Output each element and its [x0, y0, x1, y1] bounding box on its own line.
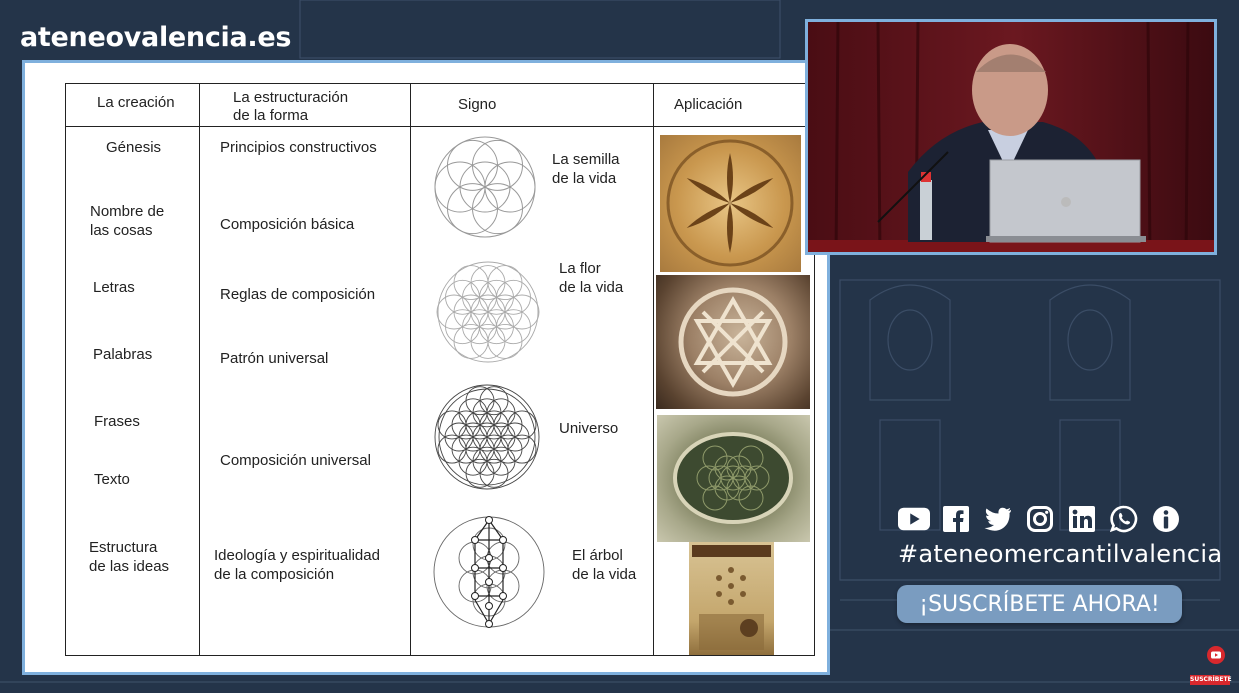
youtube-subscribe-badge-label: SUSCRÍBETE [1190, 676, 1232, 683]
aplicacion-image-hexafoil [660, 135, 801, 272]
estructuracion-item: Ideología y espiritualidad de la composi… [214, 547, 380, 583]
info-icon[interactable] [1150, 505, 1182, 533]
column-creacion: Génesis Nombre de las cosas Letras Palab… [65, 126, 200, 656]
signo-label: La semilla de la vida [552, 151, 620, 187]
header-creacion: La creación [65, 83, 200, 127]
header-estructuracion: La estructuración de la forma [199, 83, 411, 127]
youtube-icon[interactable] [898, 505, 930, 533]
subscribe-button[interactable]: ¡SUSCRÍBETE AHORA! [897, 585, 1182, 623]
presentation-slide: La creación La estructuración de la form… [22, 60, 830, 675]
speaker-video [805, 19, 1217, 255]
whatsapp-icon[interactable] [1108, 505, 1140, 533]
slide-table: La creación La estructuración de la form… [65, 83, 815, 656]
hashtag[interactable]: #ateneomercantilvalencia [898, 540, 1222, 568]
column-aplicacion [653, 126, 815, 656]
estructuracion-item: Patrón universal [220, 350, 329, 367]
tree-of-life-icon [433, 516, 545, 628]
signo-label: La flor de la vida [559, 260, 624, 296]
instagram-icon[interactable] [1024, 505, 1056, 533]
column-signo: La semilla de la vida La flor de la vida… [410, 126, 654, 656]
signo-label: Universo [559, 420, 619, 437]
estructuracion-item: Composición universal [220, 452, 371, 469]
header-signo: Signo [410, 83, 654, 127]
creacion-item: Frases [94, 413, 140, 430]
creacion-item: Texto [94, 471, 130, 488]
aplicacion-image-rose-window [657, 415, 810, 542]
column-estructuracion: Principios constructivos Composición bás… [199, 126, 411, 656]
creacion-item: Estructura de las ideas [89, 539, 170, 575]
creacion-item: Letras [93, 279, 135, 296]
estructuracion-item: Reglas de composición [220, 286, 376, 303]
linkedin-icon[interactable] [1066, 505, 1098, 533]
creacion-item: Génesis [106, 139, 162, 156]
universe-pattern-icon [434, 384, 540, 490]
estructuracion-item: Principios constructivos [220, 139, 377, 156]
site-title[interactable]: ateneovalencia.es [20, 22, 291, 53]
signo-label: El árbol de la vida [572, 547, 637, 583]
creacion-item: Nombre de las cosas [90, 203, 165, 239]
social-icons [898, 505, 1182, 533]
facebook-icon[interactable] [940, 505, 972, 533]
estructuracion-item: Composición básica [220, 216, 355, 233]
aplicacion-image-book-page [689, 542, 774, 655]
flower-of-life-icon [436, 261, 540, 363]
creacion-item: Palabras [93, 346, 153, 363]
twitter-icon[interactable] [982, 505, 1014, 533]
aplicacion-image-star-rosette [656, 275, 810, 409]
header-aplicacion: Aplicación [653, 83, 815, 127]
youtube-subscribe-badge[interactable]: SUSCRÍBETE [1190, 645, 1232, 687]
seed-of-life-icon [434, 136, 536, 238]
